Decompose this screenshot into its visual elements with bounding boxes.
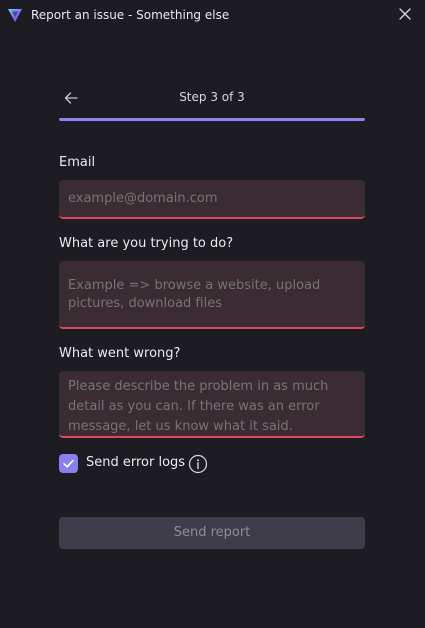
trying-label: What are you trying to do?: [59, 236, 234, 251]
close-icon[interactable]: [397, 6, 413, 22]
send-report-button[interactable]: Send report: [59, 517, 365, 549]
send-logs-label: Send error logs: [86, 455, 186, 470]
email-field-container[interactable]: [59, 180, 365, 219]
email-field[interactable]: [68, 190, 356, 208]
check-icon: [63, 459, 74, 468]
window-title: Report an issue - Something else: [31, 8, 230, 22]
title-bar: Report an issue - Something else: [0, 0, 425, 30]
email-label: Email: [59, 155, 96, 170]
trying-field-container[interactable]: [59, 261, 365, 329]
info-icon[interactable]: [188, 454, 208, 474]
wrong-field-container[interactable]: [59, 371, 365, 438]
app-logo-icon: [8, 9, 22, 22]
step-indicator: Step 3 of 3: [179, 90, 245, 104]
trying-textarea[interactable]: [68, 277, 356, 313]
wrong-label: What went wrong?: [59, 346, 181, 361]
wrong-textarea[interactable]: [68, 377, 356, 437]
send-logs-checkbox[interactable]: [59, 454, 78, 473]
progress-bar: [59, 118, 365, 121]
step-header: Step 3 of 3: [59, 80, 365, 116]
progress-fill: [59, 118, 365, 121]
